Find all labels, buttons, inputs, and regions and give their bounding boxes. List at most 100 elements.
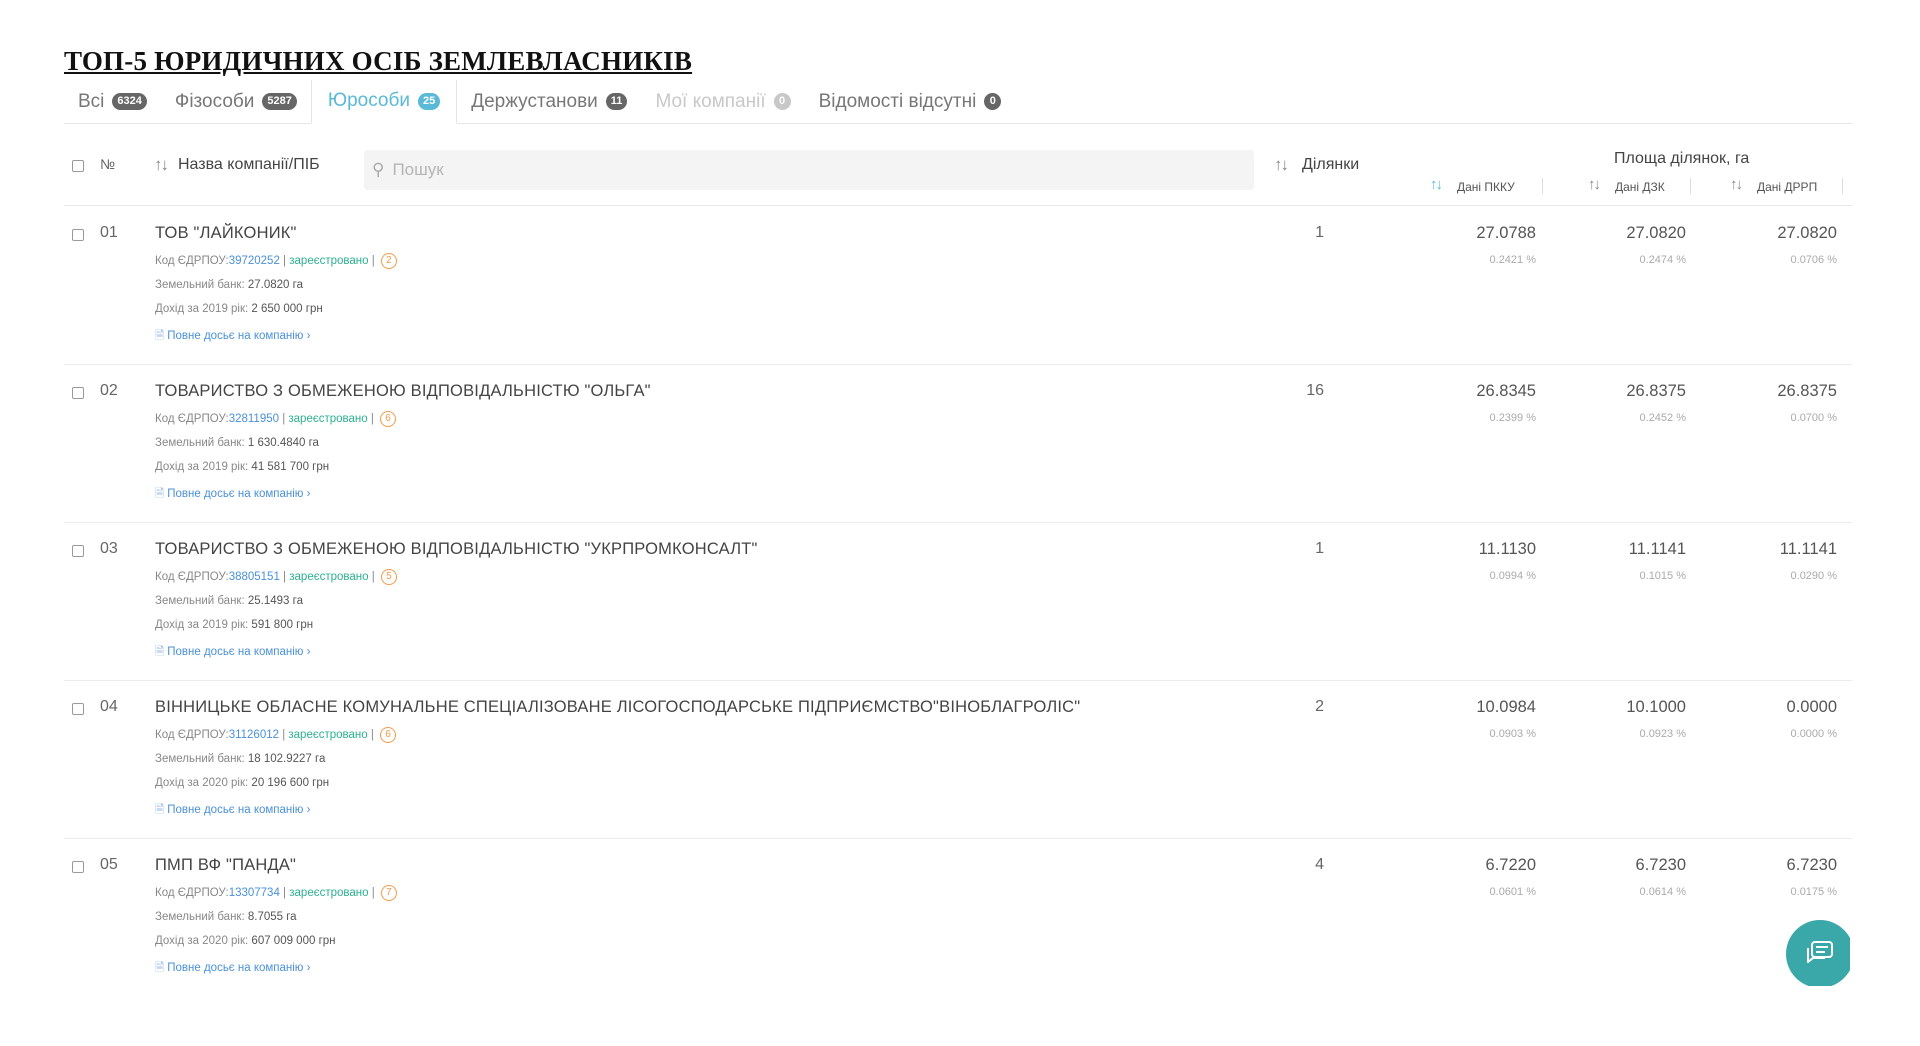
income-line: Дохід за 2020 рік: 607 009 000 грн: [155, 935, 336, 947]
table-row: 01 ТОВ "ЛАЙКОНИК" Код ЄДРПОУ:39720252 | …: [64, 207, 1852, 365]
row-number: 03: [100, 540, 118, 557]
chat-button[interactable]: [1786, 920, 1850, 986]
row-checkbox[interactable]: [72, 545, 84, 557]
code-label: Код ЄДРПОУ:: [155, 729, 229, 742]
income-line: Дохід за 2019 рік: 591 800 грн: [155, 619, 313, 631]
code-label: Код ЄДРПОУ:: [155, 887, 229, 900]
company-code-link[interactable]: 32811950: [229, 413, 279, 425]
land-bank-line: Земельний банк: 18 102.9227 га: [155, 753, 325, 765]
company-name[interactable]: ТОВАРИСТВО З ОБМЕЖЕНОЮ ВІДПОВІДАЛЬНІСТЮ …: [155, 382, 651, 401]
company-code-line: Код ЄДРПОУ:31126012 | зареєстровано | 6: [155, 727, 397, 743]
dossier-link[interactable]: 🗎 Повне досьє на компанію ›: [155, 486, 310, 505]
company-name[interactable]: ПМП ВФ "ПАНДА": [155, 856, 296, 875]
sort-arrows-icon[interactable]: ↑↓: [1274, 155, 1289, 175]
pkku-area: 27.0788: [1476, 224, 1536, 242]
pkku-area: 10.0984: [1476, 698, 1536, 716]
row-checkbox[interactable]: [72, 387, 84, 399]
risk-indicator[interactable]: 2: [380, 253, 397, 269]
count-badge: 25: [418, 92, 441, 110]
row-checkbox[interactable]: [72, 229, 84, 241]
pkku-percent: 0.0903 %: [1489, 728, 1536, 740]
dossier-link[interactable]: 🗎 Повне досьє на компанію ›: [155, 802, 310, 821]
company-name[interactable]: ТОВ "ЛАЙКОНИК": [155, 224, 297, 243]
tab-my-companies[interactable]: Мої компанії 0: [641, 80, 804, 123]
land-bank-value: 1 630.4840 га: [247, 437, 319, 449]
dossier-link[interactable]: 🗎 Повне досьє на компанію ›: [155, 960, 310, 979]
risk-indicator[interactable]: 7: [380, 885, 397, 901]
income-label: Дохід за 2020 рік:: [155, 935, 249, 947]
income-label: Дохід за 2019 рік:: [155, 303, 249, 315]
pkku-column-header[interactable]: Дані ПККУ: [1457, 180, 1515, 194]
company-name[interactable]: ВІННИЦЬКЕ ОБЛАСНЕ КОМУНАЛЬНЕ СПЕЦІАЛІЗОВ…: [155, 698, 1080, 717]
company-code-line: Код ЄДРПОУ:32811950 | зареєстровано | 6: [155, 411, 397, 427]
tab-state-institutions[interactable]: Держустанови 11: [457, 80, 641, 123]
land-bank-label: Земельний банк:: [155, 753, 245, 765]
sort-arrows-icon[interactable]: ↑↓: [1588, 176, 1601, 193]
company-code-line: Код ЄДРПОУ:39720252 | зареєстровано | 2: [155, 253, 397, 269]
company-code-line: Код ЄДРПОУ:13307734 | зареєстровано | 7: [155, 885, 397, 901]
dzk-area: 27.0820: [1626, 224, 1686, 242]
select-all-checkbox[interactable]: [72, 160, 84, 172]
drrp-area: 0.0000: [1786, 698, 1837, 716]
sort-arrows-icon[interactable]: ↑↓: [154, 155, 169, 175]
company-code-link[interactable]: 31126012: [229, 729, 279, 741]
column-divider: [1842, 178, 1843, 194]
document-icon: 🗎: [155, 488, 165, 500]
tab-individuals[interactable]: Фізособи 5287: [161, 80, 311, 123]
pkku-percent: 0.0994 %: [1489, 570, 1536, 582]
land-bank-line: Земельний банк: 27.0820 га: [155, 279, 303, 291]
pkku-area: 11.1130: [1478, 540, 1536, 558]
risk-indicator[interactable]: 6: [380, 411, 397, 427]
document-icon: 🗎: [155, 330, 165, 342]
code-label: Код ЄДРПОУ:: [155, 255, 229, 268]
document-icon: 🗎: [155, 804, 165, 816]
plots-column-header[interactable]: Ділянки: [1302, 156, 1359, 174]
area-group-header: Площа ділянок, га: [1614, 150, 1750, 167]
dzk-column-header[interactable]: Дані ДЗК: [1615, 180, 1665, 194]
count-badge: 5287: [262, 93, 297, 110]
row-number: 04: [100, 698, 118, 715]
pkku-percent: 0.2421 %: [1489, 254, 1536, 266]
dzk-percent: 0.1015 %: [1639, 570, 1686, 582]
status-badge: зареєстровано: [288, 729, 368, 742]
dossier-link[interactable]: 🗎 Повне досьє на компанію ›: [155, 644, 310, 663]
document-icon: 🗎: [155, 646, 165, 658]
search-box: ⚲: [364, 150, 1254, 190]
table-header: № ↑↓ Назва компанії/ПІБ ⚲ ↑↓ Ділянки Пло…: [64, 136, 1852, 206]
company-name[interactable]: ТОВАРИСТВО З ОБМЕЖЕНОЮ ВІДПОВІДАЛЬНІСТЮ …: [155, 540, 758, 559]
plots-count: 2: [1315, 698, 1324, 715]
land-bank-line: Земельний банк: 1 630.4840 га: [155, 437, 319, 449]
row-checkbox[interactable]: [72, 861, 84, 873]
count-badge: 0: [984, 93, 1002, 110]
land-bank-label: Земельний банк:: [155, 911, 245, 923]
company-code-link[interactable]: 38805151: [229, 571, 280, 583]
status-badge: зареєстровано: [289, 887, 369, 900]
tab-all[interactable]: Всі 6324: [64, 80, 161, 123]
search-input[interactable]: [392, 160, 1193, 180]
name-column-header[interactable]: Назва компанії/ПІБ: [178, 156, 320, 174]
code-label: Код ЄДРПОУ:: [155, 413, 229, 426]
dossier-link[interactable]: 🗎 Повне досьє на компанію ›: [155, 328, 310, 347]
dossier-label: Повне досьє на компанію ›: [167, 330, 311, 342]
sort-arrows-icon[interactable]: ↑↓: [1730, 176, 1743, 193]
income-line: Дохід за 2019 рік: 41 581 700 грн: [155, 461, 329, 473]
drrp-area: 11.1141: [1779, 540, 1837, 558]
drrp-column-header[interactable]: Дані ДРРП: [1757, 180, 1817, 194]
risk-indicator[interactable]: 5: [380, 569, 397, 585]
row-checkbox[interactable]: [72, 703, 84, 715]
tab-legal-entities[interactable]: Юрособи 25: [310, 80, 458, 124]
tab-no-info[interactable]: Відомості відсутні 0: [805, 80, 1016, 123]
document-icon: 🗎: [155, 962, 165, 974]
dzk-area: 10.1000: [1626, 698, 1686, 716]
filter-tabs: Всі 6324 Фізособи 5287 Юрособи 25 Держус…: [64, 80, 1852, 124]
plots-count: 1: [1315, 224, 1324, 241]
income-line: Дохід за 2020 рік: 20 196 600 грн: [155, 777, 329, 789]
risk-indicator[interactable]: 6: [380, 727, 397, 743]
drrp-percent: 0.0700 %: [1790, 412, 1837, 424]
row-number: 02: [100, 382, 118, 399]
pkku-area: 26.8345: [1476, 382, 1536, 400]
sort-arrows-icon[interactable]: ↑↓: [1430, 176, 1443, 193]
company-code-link[interactable]: 39720252: [229, 255, 280, 267]
company-code-link[interactable]: 13307734: [229, 887, 280, 899]
column-divider: [1542, 178, 1543, 194]
